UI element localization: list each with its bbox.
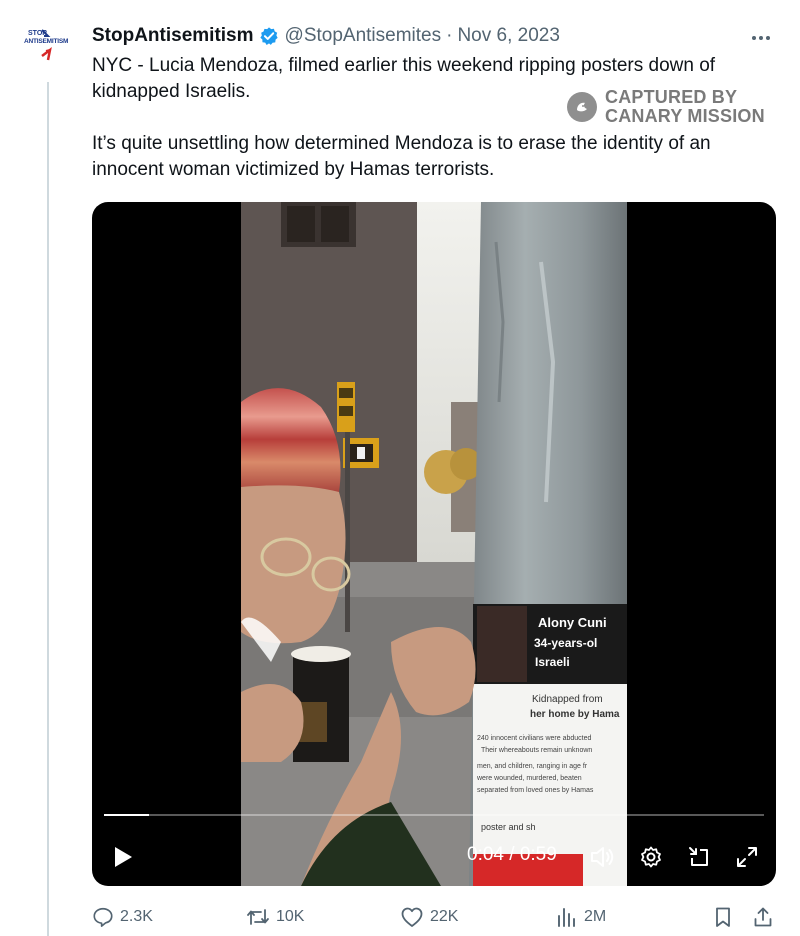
progress-fill: [104, 814, 149, 816]
play-icon[interactable]: [108, 842, 138, 872]
verified-badge-icon[interactable]: [259, 26, 279, 46]
canary-mission-logo-icon: [567, 92, 597, 122]
poster-name: Alony Cuni: [538, 615, 607, 630]
action-bar: 2.3K 10K 22K 2M: [92, 900, 782, 934]
poster-kidnapped-line-2: her home by Hama: [530, 709, 620, 720]
thread-line: [47, 82, 49, 936]
video-frame: Alony Cuni 34-years-ol Israeli Kidnapped…: [241, 202, 627, 886]
handle[interactable]: @StopAntisemites: [285, 25, 442, 47]
poster-small-1: 240 innocent civilians were abducted: [477, 735, 592, 742]
share-icon: [754, 907, 772, 927]
watermark: CAPTURED BY CANARY MISSION: [567, 88, 765, 126]
views-icon: [558, 908, 575, 927]
avatar[interactable]: STOP ANTISEMITISM: [24, 26, 68, 72]
tweet-date[interactable]: Nov 6, 2023: [457, 25, 559, 47]
display-name[interactable]: StopAntisemitism: [92, 25, 254, 47]
repost-button[interactable]: 10K: [246, 900, 304, 934]
poster-kidnapped-line: Kidnapped from: [532, 694, 603, 705]
poster-age: 34-years-ol: [534, 636, 597, 650]
watermark-line-2: CANARY MISSION: [605, 106, 765, 126]
progress-bar[interactable]: [104, 814, 764, 816]
fullscreen-icon[interactable]: [732, 842, 762, 872]
reply-button[interactable]: 2.3K: [92, 900, 153, 934]
avatar-logo-icon: [41, 29, 52, 61]
tweet-header: StopAntisemitism @StopAntisemites · Nov …: [92, 24, 560, 48]
reply-count: 2.3K: [120, 908, 153, 925]
views-count: 2M: [584, 908, 607, 925]
picture-in-picture-icon[interactable]: [684, 842, 714, 872]
repost-count: 10K: [276, 908, 305, 925]
more-options-icon[interactable]: [746, 26, 776, 50]
repost-icon: [247, 909, 269, 925]
views-button[interactable]: 2M: [556, 900, 606, 934]
like-button[interactable]: 22K: [400, 900, 458, 934]
share-button[interactable]: [752, 900, 774, 934]
like-icon: [401, 907, 423, 927]
settings-gear-icon[interactable]: [636, 842, 666, 872]
poster-small-5: separated from loved ones by Hamas: [477, 787, 594, 794]
video-player[interactable]: Alony Cuni 34-years-ol Israeli Kidnapped…: [92, 202, 776, 886]
tweet-paragraph-2: It’s quite unsettling how determined Men…: [92, 133, 711, 180]
bookmark-icon: [716, 907, 730, 927]
watermark-line-1: CAPTURED BY: [605, 87, 738, 107]
time-display: 0:04 / 0:59: [467, 844, 557, 865]
reply-icon: [93, 907, 113, 927]
poster-bottom-1: poster and sh: [481, 822, 536, 832]
like-count: 22K: [430, 908, 459, 925]
separator: ·: [446, 25, 453, 46]
poster-small-4: were wounded, murdered, beaten: [476, 775, 582, 782]
poster-small-3: men, and children, ranging in age fr: [477, 763, 588, 770]
poster-nationality: Israeli: [535, 655, 570, 669]
volume-icon[interactable]: [587, 842, 617, 872]
bookmark-button[interactable]: [712, 900, 734, 934]
poster-small-2: Their whereabouts remain unknown: [481, 747, 592, 754]
